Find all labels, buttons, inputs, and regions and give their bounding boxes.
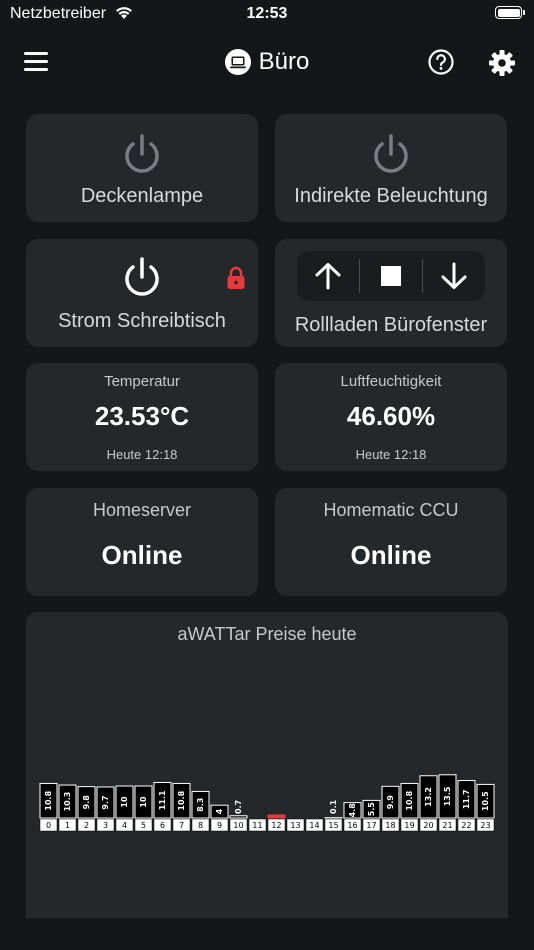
- hour-label-20: 20: [423, 821, 433, 830]
- hour-label-6: 6: [160, 821, 165, 830]
- price-label-5: 10: [139, 796, 148, 808]
- hour-label-22: 22: [461, 821, 471, 830]
- hour-label-21: 21: [442, 821, 452, 830]
- tile-label: Indirekte Beleuchtung: [294, 185, 488, 207]
- tile-strom-schreibtisch[interactable]: Strom Schreibtisch: [26, 239, 258, 347]
- tile-temperatur: Temperatur 23.53°C Heute 12:18: [26, 363, 258, 471]
- power-icon: [125, 134, 159, 173]
- price-label-3: 9.7: [101, 795, 110, 809]
- server-status: Online: [350, 540, 432, 570]
- price-label-1: 10.3: [63, 792, 72, 812]
- stop-icon: [381, 266, 401, 286]
- tile-label: Rollladen Bürofenster: [294, 314, 488, 336]
- hour-label-12: 12: [271, 821, 281, 830]
- hour-label-11: 11: [252, 821, 262, 830]
- hour-label-7: 7: [179, 821, 184, 830]
- sensor-timestamp: Heute 12:18: [355, 447, 427, 462]
- hour-label-14: 14: [309, 821, 319, 830]
- price-label-7: 10.8: [177, 790, 186, 810]
- price-chart-panel: aWATTar Preise heute 10.8 0 10.3 1 9.8 2 9.7 3 1…: [26, 612, 508, 918]
- price-label-4: 10: [120, 796, 129, 808]
- room-icon: [224, 49, 251, 75]
- hour-label-13: 13: [290, 821, 300, 830]
- gear-icon[interactable]: [488, 49, 516, 77]
- price-label-10: 0.7: [234, 800, 243, 814]
- price-label-18: 9.9: [386, 795, 395, 810]
- price-label-22: 11.7: [462, 789, 471, 809]
- tile-indirekte-beleuchtung[interactable]: Indirekte Beleuchtung: [275, 114, 507, 222]
- price-label-15: 0.1: [329, 799, 338, 814]
- tile-homeserver: Homeserver Online: [26, 488, 258, 596]
- sensor-title: Luftfeuchtigkeit: [340, 373, 442, 390]
- power-icon: [374, 134, 408, 173]
- tile-luftfeuchtigkeit: Luftfeuchtigkeit 46.60% Heute 12:18: [275, 363, 507, 471]
- clock: 12:53: [246, 5, 288, 22]
- hour-label-16: 16: [347, 821, 357, 830]
- price-label-16: 4.8: [348, 803, 357, 818]
- tile-deckenlampe[interactable]: Deckenlampe: [26, 114, 258, 222]
- price-label-21: 13.5: [443, 786, 452, 806]
- sensor-title: Temperatur: [104, 373, 180, 390]
- price-label-19: 10.8: [405, 790, 414, 810]
- shutter-stop-button[interactable]: [360, 251, 422, 301]
- hour-label-0: 0: [46, 821, 51, 830]
- tile-label: Deckenlampe: [80, 185, 204, 207]
- status-bar: Netzbetreiber 12:53: [0, 0, 534, 30]
- hour-label-18: 18: [385, 821, 395, 830]
- price-label-20: 13.2: [424, 787, 433, 807]
- help-icon[interactable]: [428, 49, 454, 75]
- sensor-value: 46.60%: [346, 401, 436, 431]
- hour-label-9: 9: [217, 821, 222, 830]
- hour-label-23: 23: [480, 821, 490, 830]
- tile-rollladen: Rollladen Bürofenster: [275, 239, 507, 347]
- price-chart: 10.8 0 10.3 1 9.8 2 9.7 3 10 4 10 5 11.1 6 10.8 7 8.3 8 4 9…: [39, 774, 495, 832]
- price-bar-12: [267, 814, 286, 819]
- hour-label-8: 8: [198, 821, 203, 830]
- hour-label-17: 17: [366, 821, 376, 830]
- hour-label-3: 3: [103, 821, 108, 830]
- price-label-2: 9.8: [82, 795, 91, 810]
- hour-label-4: 4: [122, 821, 127, 830]
- price-label-6: 11.1: [158, 790, 167, 810]
- hour-label-1: 1: [65, 821, 70, 830]
- hour-label-5: 5: [141, 821, 146, 830]
- server-title: Homematic CCU: [323, 500, 459, 520]
- arrow-down-icon: [441, 262, 467, 289]
- price-label-8: 8.3: [196, 798, 205, 812]
- price-label-0: 10.8: [44, 790, 53, 810]
- page-title: Büro: [258, 48, 310, 75]
- shutter-down-button[interactable]: [423, 251, 485, 301]
- hour-label-15: 15: [328, 821, 338, 830]
- hour-label-19: 19: [404, 821, 414, 830]
- battery-icon: [495, 6, 525, 19]
- hour-label-2: 2: [84, 821, 89, 830]
- hour-label-10: 10: [233, 821, 243, 830]
- sensor-value: 23.53°C: [94, 401, 190, 431]
- price-label-9: 4: [215, 808, 224, 814]
- price-label-17: 5.5: [367, 802, 376, 817]
- tile-label: Strom Schreibtisch: [58, 310, 226, 332]
- sensor-timestamp: Heute 12:18: [106, 447, 178, 462]
- server-title: Homeserver: [92, 500, 192, 520]
- navigation-bar: Büro: [0, 40, 534, 86]
- tile-homematic-ccu: Homematic CCU Online: [275, 488, 507, 596]
- power-icon: [125, 257, 159, 296]
- shutter-control: [297, 251, 485, 301]
- price-bar-10: [229, 815, 248, 819]
- price-label-23: 10.5: [481, 791, 490, 811]
- server-status: Online: [101, 540, 183, 570]
- arrow-up-icon: [315, 263, 341, 290]
- shutter-up-button[interactable]: [297, 251, 359, 301]
- lock-icon: [227, 266, 245, 289]
